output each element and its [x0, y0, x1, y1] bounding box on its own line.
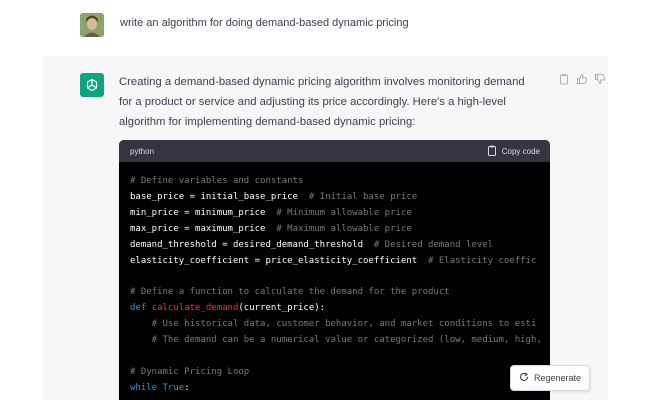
code-token: while — [130, 382, 163, 393]
code-token: calculate_demand — [151, 303, 239, 314]
thumbs-up-icon[interactable] — [576, 72, 588, 84]
code-token: # Initial base price — [308, 191, 418, 202]
code-content: # Define variables and constants base_pri… — [119, 162, 550, 397]
regenerate-button[interactable]: Regenerate — [510, 365, 590, 391]
code-token: # Dynamic Pricing Loop — [130, 366, 250, 377]
code-line: demand_threshold = desired_demand_thresh… — [130, 238, 550, 254]
code-token: # Use historical data, customer behavior… — [130, 319, 537, 330]
code-token: True — [162, 382, 185, 393]
clipboard-icon — [487, 145, 497, 158]
code-line: min_price = minimum_price # Minimum allo… — [130, 206, 550, 222]
code-line: max_price = maximum_price # Maximum allo… — [130, 222, 550, 238]
refresh-icon — [519, 372, 529, 384]
assistant-message-row: Creating a demand-based dynamic pricing … — [42, 56, 608, 400]
code-token: demand_threshold = desired_demand_thresh… — [130, 239, 374, 250]
code-line: while True: — [130, 381, 550, 397]
code-token: # The demand can be a numerical value or… — [130, 335, 542, 346]
code-line: # Define variables and constants — [130, 174, 550, 190]
code-token: # Elasticity coeffic — [428, 255, 537, 266]
code-token: # Desired demand level — [373, 239, 494, 250]
copy-code-button[interactable]: Copy code — [487, 145, 540, 158]
regenerate-label: Regenerate — [533, 373, 582, 383]
code-token: # Maximum allowable price — [276, 223, 412, 234]
code-token: # Minimum allowable price — [276, 207, 412, 218]
user-message-row: write an algorithm for doing demand-base… — [42, 0, 608, 50]
code-token: # Define variables and constants — [130, 176, 304, 186]
user-avatar — [80, 13, 104, 37]
code-line: def calculate_demand(current_price): — [130, 301, 550, 317]
thumbs-down-icon[interactable] — [594, 72, 606, 85]
code-token: base_price = initial_base_price — [130, 191, 309, 202]
code-token: def — [130, 303, 152, 314]
clipboard-icon[interactable] — [558, 72, 570, 85]
code-block: python Copy code # Define variables and … — [119, 140, 550, 400]
copy-code-label: Copy code — [501, 146, 540, 156]
assistant-reply-text: Creating a demand-based dynamic pricing … — [119, 76, 525, 128]
message-actions — [558, 72, 606, 85]
code-token: max_price = maximum_price — [130, 223, 277, 234]
code-line: # Use historical data, customer behavior… — [130, 317, 550, 333]
openai-logo-icon — [80, 73, 104, 97]
code-line: elasticity_coefficient = price_elasticit… — [130, 254, 550, 270]
code-token: min_price = minimum_price — [130, 207, 277, 218]
code-token: # Define a function to calculate the dem… — [130, 287, 450, 298]
code-line: base_price = initial_base_price # Initia… — [130, 190, 550, 206]
code-token: : — [184, 382, 190, 393]
user-message-text: write an algorithm for doing demand-base… — [120, 17, 409, 29]
code-language-label: python — [130, 146, 155, 156]
code-line: # Define a function to calculate the dem… — [130, 285, 550, 301]
code-header: python Copy code — [119, 140, 550, 162]
code-line: # Dynamic Pricing Loop — [130, 365, 550, 381]
code-token: (current_price): — [238, 303, 326, 314]
code-token: elasticity_coefficient = price_elasticit… — [130, 255, 429, 266]
code-line: # The demand can be a numerical value or… — [130, 333, 550, 349]
